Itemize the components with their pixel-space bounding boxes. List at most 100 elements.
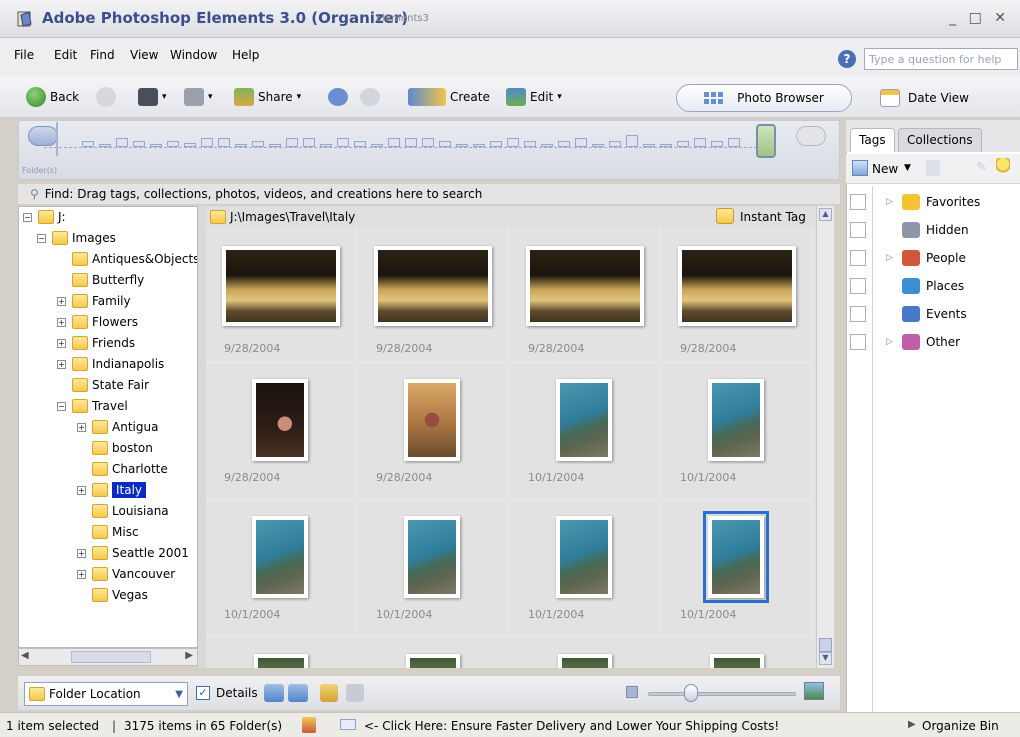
photo-cell[interactable]: 9/28/2004: [358, 228, 508, 363]
photo-cell[interactable]: 10/1/2004: [358, 502, 508, 637]
expand-toggle[interactable]: +: [77, 569, 86, 579]
photo-cell[interactable]: 10/1/2004: [662, 502, 812, 637]
scroll-left-arrow-icon[interactable]: ◀: [21, 650, 29, 661]
details-checkbox[interactable]: ✓: [196, 686, 210, 700]
tree-horizontal-scrollbar[interactable]: ◀ ▶: [18, 648, 198, 666]
tree-item[interactable]: State Fair: [57, 375, 149, 395]
photo-thumbnail[interactable]: [710, 654, 764, 668]
tree-item[interactable]: − Travel: [57, 396, 128, 416]
help-search-input[interactable]: [864, 48, 1018, 70]
expand-toggle[interactable]: +: [57, 296, 66, 306]
scroll-up-arrow-icon[interactable]: ▲: [819, 208, 832, 221]
tree-item[interactable]: + Seattle 2001: [77, 543, 189, 563]
share-button[interactable]: Share ▾: [234, 84, 301, 110]
photo-cell[interactable]: 10/1/2004: [510, 502, 660, 637]
tree-item[interactable]: + Vancouver: [77, 564, 175, 584]
timeline-scroll-right-button[interactable]: [796, 126, 826, 146]
help-icon[interactable]: ?: [838, 50, 856, 68]
tree-item[interactable]: + Italy: [77, 480, 147, 500]
back-button[interactable]: Back: [26, 84, 79, 110]
menu-help[interactable]: Help: [232, 48, 259, 62]
tab-tags[interactable]: Tags: [850, 128, 895, 152]
timeline-end-marker[interactable]: [756, 124, 776, 158]
tree-splitter[interactable]: [198, 206, 206, 668]
collapse-toggle[interactable]: −: [23, 212, 32, 222]
photo-browser-button[interactable]: Photo Browser: [676, 84, 852, 112]
expand-toggle[interactable]: +: [57, 338, 66, 348]
collapse-toggle[interactable]: −: [37, 233, 46, 243]
expand-toggle[interactable]: +: [77, 485, 86, 495]
tag-checkbox[interactable]: [850, 222, 866, 238]
tag-checkbox[interactable]: [850, 334, 866, 350]
shipping-promo-link[interactable]: <- Click Here: Ensure Faster Delivery an…: [364, 719, 779, 733]
photo-thumbnail[interactable]: [222, 246, 340, 326]
photo-cell[interactable]: 9/28/2004: [358, 365, 508, 500]
scroll-thumb[interactable]: [71, 651, 151, 663]
create-button[interactable]: Create: [408, 84, 490, 110]
expand-arrow-icon[interactable]: ▷: [886, 337, 896, 347]
tree-item[interactable]: Antiques&Objects: [57, 249, 197, 269]
date-view-button[interactable]: Date View: [880, 84, 1010, 112]
tree-item[interactable]: + Antigua: [77, 417, 158, 437]
photo-thumbnail[interactable]: [404, 516, 460, 598]
photo-thumbnail[interactable]: [404, 379, 460, 461]
photo-thumbnail[interactable]: [678, 246, 796, 326]
find-bar[interactable]: ⚲ Find: Drag tags, collections, photos, …: [18, 184, 840, 204]
stack-icon[interactable]: [320, 684, 338, 702]
small-thumbnail-icon[interactable]: [626, 686, 638, 698]
timeline-start-marker[interactable]: [56, 122, 70, 156]
tag-category[interactable]: ▷ Favorites: [846, 188, 1020, 216]
grid-vertical-scrollbar[interactable]: ▲ ▼: [816, 206, 834, 668]
rotate-right-icon[interactable]: [288, 684, 308, 702]
instant-tag-button[interactable]: Instant Tag: [740, 210, 806, 224]
large-thumbnail-icon[interactable]: [804, 682, 824, 700]
tree-item[interactable]: Vegas: [77, 585, 148, 605]
expand-toggle[interactable]: +: [77, 422, 86, 432]
photo-grid[interactable]: 9/28/2004 9/28/2004 9/28/2004 9/28/2004 9/28…: [206, 228, 816, 668]
tag-checkbox[interactable]: [850, 250, 866, 266]
delete-icon[interactable]: [926, 160, 940, 176]
photo-thumbnail[interactable]: [254, 654, 308, 668]
photo-thumbnail[interactable]: [556, 379, 612, 461]
photo-thumbnail[interactable]: [708, 379, 764, 461]
slider-knob[interactable]: [684, 684, 698, 702]
rotate-left-button[interactable]: [328, 84, 348, 110]
tree-item[interactable]: − Images: [37, 228, 116, 248]
tag-category[interactable]: Events: [846, 300, 1020, 328]
tag-category[interactable]: ▷ People: [846, 244, 1020, 272]
photo-thumbnail[interactable]: [406, 654, 460, 668]
chevron-down-icon[interactable]: ▼: [904, 163, 911, 173]
folder-location-select[interactable]: Folder Location ▼: [24, 682, 188, 706]
photo-cell[interactable]: 10/1/2004: [662, 365, 812, 500]
tag-category[interactable]: Places: [846, 272, 1020, 300]
rotate-left-icon[interactable]: [264, 684, 284, 702]
expand-arrow-icon[interactable]: ▷: [886, 197, 896, 207]
tree-item[interactable]: Charlotte: [77, 459, 168, 479]
tree-item[interactable]: boston: [77, 438, 153, 458]
photo-cell[interactable]: 10/1/2004: [206, 502, 356, 637]
slideshow-icon[interactable]: [346, 684, 364, 702]
tree-item[interactable]: Louisiana: [77, 501, 169, 521]
tree-item[interactable]: Butterfly: [57, 270, 144, 290]
scroll-thumb[interactable]: [819, 638, 832, 652]
expand-toggle[interactable]: +: [57, 317, 66, 327]
camera-button[interactable]: ▾: [138, 84, 167, 110]
tag-checkbox[interactable]: [850, 278, 866, 294]
tag-category[interactable]: Hidden: [846, 216, 1020, 244]
edit-button[interactable]: Edit ▾: [506, 84, 562, 110]
tree-item[interactable]: Misc: [77, 522, 139, 542]
photo-thumbnail[interactable]: [526, 246, 644, 326]
photo-cell[interactable]: 10/1/2004: [510, 365, 660, 500]
lightbulb-icon[interactable]: [996, 158, 1010, 176]
scroll-right-arrow-icon[interactable]: ▶: [185, 650, 193, 661]
tree-item[interactable]: + Indianapolis: [57, 354, 164, 374]
new-tag-button[interactable]: New: [872, 162, 898, 176]
photo-thumbnail[interactable]: [252, 379, 308, 461]
menu-window[interactable]: Window: [170, 48, 217, 62]
tree-item[interactable]: + Family: [57, 291, 131, 311]
tree-item[interactable]: + Flowers: [57, 312, 138, 332]
timeline-scroll-left-button[interactable]: [28, 126, 58, 146]
tag-checkbox[interactable]: [850, 194, 866, 210]
tag-checkbox[interactable]: [850, 306, 866, 322]
photo-thumbnail[interactable]: [703, 511, 769, 603]
